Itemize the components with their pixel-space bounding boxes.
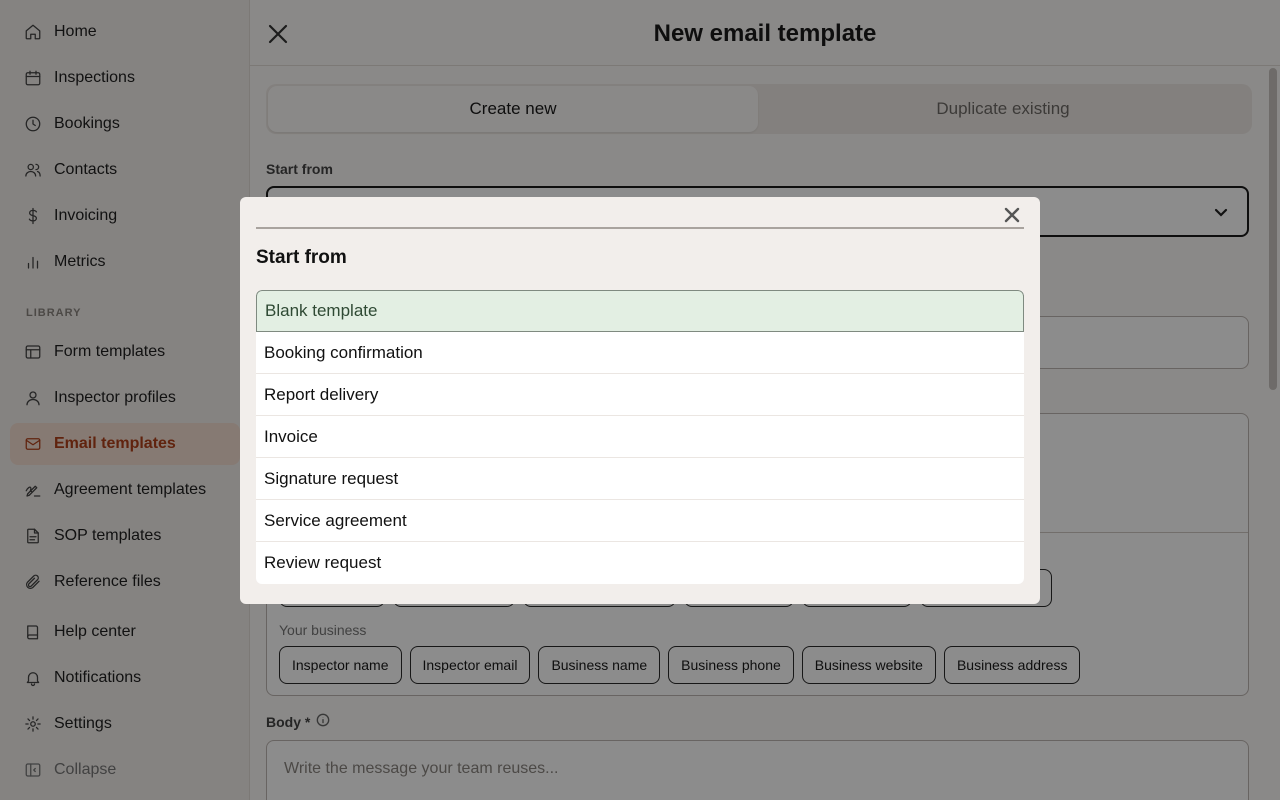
option-invoice[interactable]: Invoice (256, 416, 1024, 458)
option-service-agreement[interactable]: Service agreement (256, 500, 1024, 542)
close-icon (1004, 207, 1020, 223)
option-list: Blank template Booking confirmation Repo… (256, 290, 1024, 584)
start-from-modal: Start from Blank template Booking confir… (240, 197, 1040, 604)
modal-title: Start from (256, 247, 347, 268)
modal-close-button[interactable] (1002, 205, 1022, 225)
modal-divider (256, 227, 1024, 229)
option-blank-template[interactable]: Blank template (256, 290, 1024, 332)
option-signature-request[interactable]: Signature request (256, 458, 1024, 500)
option-review-request[interactable]: Review request (256, 542, 1024, 584)
option-report-delivery[interactable]: Report delivery (256, 374, 1024, 416)
option-booking-confirmation[interactable]: Booking confirmation (256, 332, 1024, 374)
